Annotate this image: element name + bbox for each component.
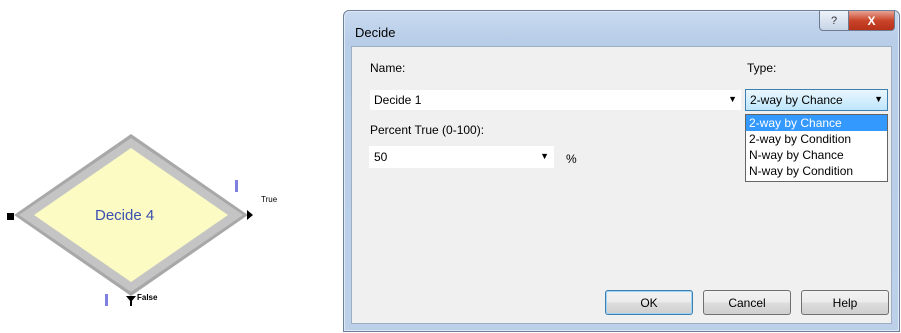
percent-true-value: 50 [374, 150, 388, 164]
title-close-button[interactable]: X [849, 11, 895, 31]
false-exit-marker [105, 294, 108, 306]
type-dropdown-list[interactable]: 2-way by Chance 2-way by Condition N-way… [745, 114, 888, 182]
decide-module-shape[interactable] [0, 0, 330, 333]
percent-true-label: Percent True (0-100): [370, 123, 485, 137]
module-title: Decide 4 [95, 207, 155, 224]
type-option[interactable]: N-way by Condition [746, 163, 887, 179]
name-value: Decide 1 [374, 93, 422, 107]
true-exit-label: True [261, 195, 278, 204]
ok-button[interactable]: OK [605, 290, 693, 315]
percent-true-combo[interactable]: 50 ▼ [369, 146, 554, 168]
help-button[interactable]: Help [801, 290, 889, 315]
title-help-button[interactable]: ? [819, 11, 849, 31]
dialog-client-area: Name: Type: Decide 1 ▼ 2-way by Chance ▼… [351, 46, 892, 324]
true-exit-marker [235, 180, 238, 192]
true-exit-connector[interactable] [247, 210, 253, 220]
percent-unit-label: % [566, 152, 577, 166]
chevron-down-icon[interactable]: ▼ [728, 94, 737, 104]
flowchart-canvas: Decide 4 True False [0, 0, 330, 333]
chevron-down-icon[interactable]: ▼ [874, 94, 883, 104]
dialog-title: Decide [355, 25, 396, 40]
type-label: Type: [747, 61, 777, 75]
type-option[interactable]: 2-way by Chance [746, 115, 887, 131]
entry-connector[interactable] [7, 213, 14, 220]
close-icon: X [867, 13, 876, 28]
type-option[interactable]: 2-way by Condition [746, 131, 887, 147]
cancel-button[interactable]: Cancel [703, 290, 791, 315]
false-exit-label: False [137, 293, 158, 302]
help-question-icon: ? [830, 14, 838, 27]
decide-dialog: Decide ? X Name: Type: Decide 1 ▼ 2-way … [343, 10, 900, 332]
type-value: 2-way by Chance [750, 93, 843, 107]
name-label: Name: [370, 61, 406, 75]
type-option[interactable]: N-way by Chance [746, 147, 887, 163]
name-combo[interactable]: Decide 1 ▼ [369, 89, 742, 111]
type-combo[interactable]: 2-way by Chance ▼ [745, 89, 888, 111]
title-bar-buttons: ? X [819, 11, 895, 34]
false-exit-stem [130, 296, 132, 306]
chevron-down-icon[interactable]: ▼ [540, 151, 549, 161]
